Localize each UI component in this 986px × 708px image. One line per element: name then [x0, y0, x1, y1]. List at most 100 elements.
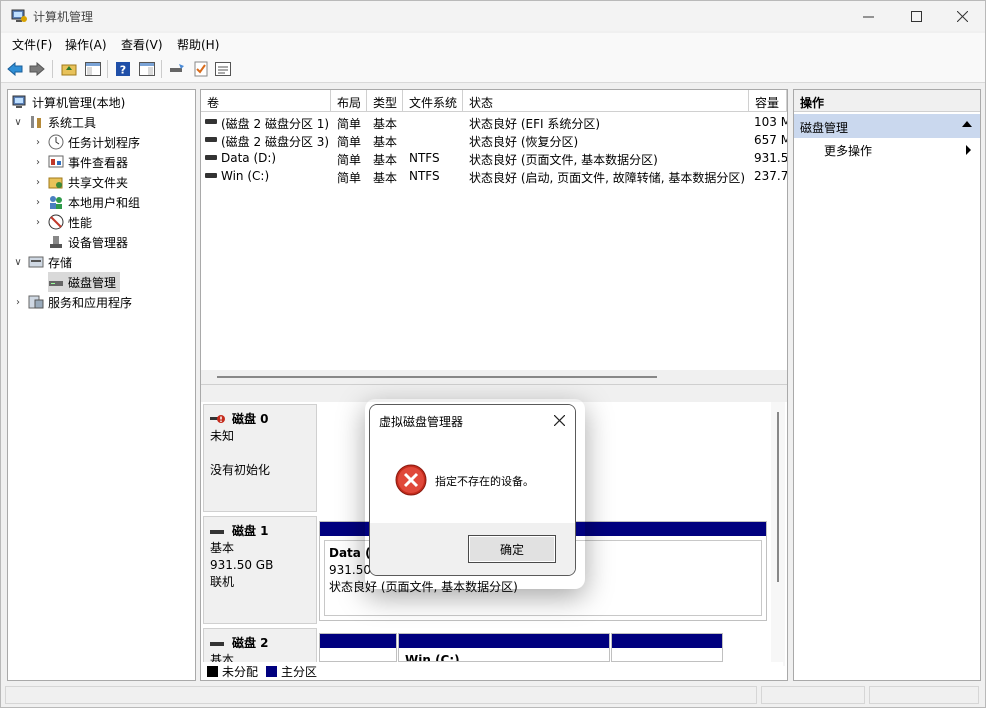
status-segment	[761, 686, 865, 704]
volume-row[interactable]: (磁盘 2 磁盘分区 3) 简单 基本 状态良好 (恢复分区) 657 M	[201, 131, 787, 149]
close-button[interactable]	[939, 1, 985, 31]
disk-0-label[interactable]: 磁盘 0 未知 没有初始化	[203, 404, 317, 512]
vertical-scrollbar[interactable]	[771, 402, 785, 666]
minimize-icon	[862, 16, 874, 17]
scrollbar-thumb[interactable]	[777, 412, 779, 582]
chevron-right-icon[interactable]: ›	[32, 137, 44, 148]
volume-layout: 简单	[337, 171, 362, 185]
properties-button[interactable]	[213, 59, 233, 79]
tools-icon	[31, 116, 41, 128]
volume-capacity: 657 M	[754, 133, 787, 147]
chevron-right-icon[interactable]: ›	[32, 177, 44, 188]
partition-recovery[interactable]	[611, 633, 723, 662]
column-type[interactable]: 类型	[367, 90, 403, 112]
disk-2-label[interactable]: 磁盘 2 基本	[203, 628, 317, 664]
disk-name: 磁盘 2	[232, 636, 269, 650]
partition-win[interactable]: Win (C:)	[398, 633, 610, 662]
disk-icon	[210, 529, 224, 534]
collapse-icon[interactable]	[962, 121, 972, 127]
chevron-right-icon[interactable]: ›	[12, 297, 24, 308]
column-status[interactable]: 状态	[463, 90, 749, 112]
partition-efi[interactable]	[319, 633, 397, 662]
tree-label: 共享文件夹	[68, 175, 129, 190]
chevron-right-icon[interactable]: ›	[32, 157, 44, 168]
tree-item-performance[interactable]: › 性能	[32, 212, 92, 232]
tree-item-device-manager[interactable]: 设备管理器	[48, 232, 128, 252]
disk-management-pane: 卷 布局 类型 文件系统 状态 容量 (磁盘 2 磁盘分区 1) 简单 基本 状…	[200, 89, 788, 681]
show-action-pane-button[interactable]	[137, 59, 157, 79]
forward-arrow-icon	[29, 62, 45, 76]
shared-folder-icon	[48, 177, 63, 189]
scrollbar-thumb[interactable]	[217, 376, 657, 378]
menu-help[interactable]: 帮助(H)	[177, 36, 219, 53]
disk-status: 联机	[210, 575, 235, 589]
users-icon	[50, 196, 62, 209]
toolbar-separator	[161, 60, 162, 78]
menu-view[interactable]: 查看(V)	[121, 36, 163, 53]
tree-label: 设备管理器	[68, 235, 129, 250]
volume-list-header: 卷 布局 类型 文件系统 状态 容量	[201, 90, 787, 112]
tree-item-root[interactable]: 计算机管理(本地)	[12, 92, 125, 112]
actions-section-disk-management[interactable]: 磁盘管理	[794, 114, 980, 138]
ok-button[interactable]: 确定	[468, 535, 556, 563]
volume-row[interactable]: Data (D:) 简单 基本 NTFS 状态良好 (页面文件, 基本数据分区)…	[201, 149, 787, 167]
volume-row[interactable]: Win (C:) 简单 基本 NTFS 状态良好 (启动, 页面文件, 故障转储…	[201, 167, 787, 185]
dialog-close-button[interactable]	[543, 405, 575, 435]
dialog-title-bar[interactable]: 虚拟磁盘管理器	[370, 405, 575, 435]
up-folder-button[interactable]	[59, 59, 79, 79]
event-viewer-icon	[48, 155, 64, 168]
tree-item-storage[interactable]: ∨ 存储	[12, 252, 72, 272]
volume-row[interactable]: (磁盘 2 磁盘分区 1) 简单 基本 状态良好 (EFI 系统分区) 103 …	[201, 113, 787, 131]
column-volume[interactable]: 卷	[201, 90, 331, 112]
help-button[interactable]: ?	[113, 59, 133, 79]
chevron-right-icon[interactable]: ›	[32, 217, 44, 228]
tree-label: 存储	[48, 255, 73, 270]
horizontal-scrollbar[interactable]	[201, 370, 787, 384]
column-filesystem[interactable]: 文件系统	[403, 90, 463, 112]
minimize-button[interactable]	[845, 1, 891, 31]
volume-type: 基本	[373, 135, 398, 149]
volume-name: (磁盘 2 磁盘分区 3)	[221, 135, 330, 149]
volume-capacity: 103 M	[754, 115, 787, 129]
menu-bar: 文件(F) 操作(A) 查看(V) 帮助(H)	[1, 33, 985, 55]
primary-partition-bar	[612, 634, 722, 648]
up-folder-icon	[61, 64, 77, 76]
tree-item-disk-management[interactable]: 磁盘管理	[48, 272, 121, 292]
chevron-down-icon[interactable]: ∨	[12, 257, 24, 268]
connect-virtual-disk-button[interactable]	[167, 59, 187, 79]
back-button[interactable]	[5, 59, 25, 79]
chevron-down-icon[interactable]: ∨	[12, 117, 24, 128]
tree-item-task-scheduler[interactable]: › 任务计划程序	[32, 132, 140, 152]
forward-button[interactable]	[27, 59, 47, 79]
tree-item-system-tools[interactable]: ∨ 系统工具	[12, 112, 96, 132]
primary-swatch	[266, 665, 278, 677]
checklist-icon	[194, 61, 208, 77]
tree-item-shared-folders[interactable]: › 共享文件夹	[32, 172, 128, 192]
disk-status: 没有初始化	[210, 463, 271, 477]
more-actions[interactable]: 更多操作	[824, 142, 872, 159]
storage-icon	[28, 256, 44, 268]
disk-icon	[210, 641, 224, 646]
chevron-right-icon[interactable]: ›	[32, 197, 44, 208]
error-icon	[395, 464, 427, 496]
toolbar: ?	[1, 55, 985, 83]
menu-file[interactable]: 文件(F)	[12, 36, 52, 53]
menu-action[interactable]: 操作(A)	[65, 36, 107, 53]
title-bar[interactable]: 计算机管理	[1, 1, 985, 31]
column-layout[interactable]: 布局	[331, 90, 367, 112]
tree-label: 性能	[68, 215, 93, 230]
primary-partition-bar	[320, 634, 396, 648]
tree-item-event-viewer[interactable]: › 事件查看器	[32, 152, 128, 172]
volume-filesystem: NTFS	[409, 169, 440, 183]
column-capacity[interactable]: 容量	[749, 90, 787, 112]
tree-item-local-users[interactable]: › 本地用户和组	[32, 192, 140, 212]
tree-item-services[interactable]: › 服务和应用程序	[12, 292, 132, 312]
show-hide-tree-button[interactable]	[83, 59, 103, 79]
volume-name: Data (D:)	[221, 151, 277, 165]
check-button[interactable]	[191, 59, 211, 79]
help-icon: ?	[116, 62, 130, 77]
partition-name: Win (C:)	[405, 653, 460, 662]
volume-capacity: 237.7(	[754, 169, 787, 183]
disk-1-label[interactable]: 磁盘 1 基本 931.50 GB 联机	[203, 516, 317, 624]
maximize-button[interactable]	[893, 1, 939, 31]
